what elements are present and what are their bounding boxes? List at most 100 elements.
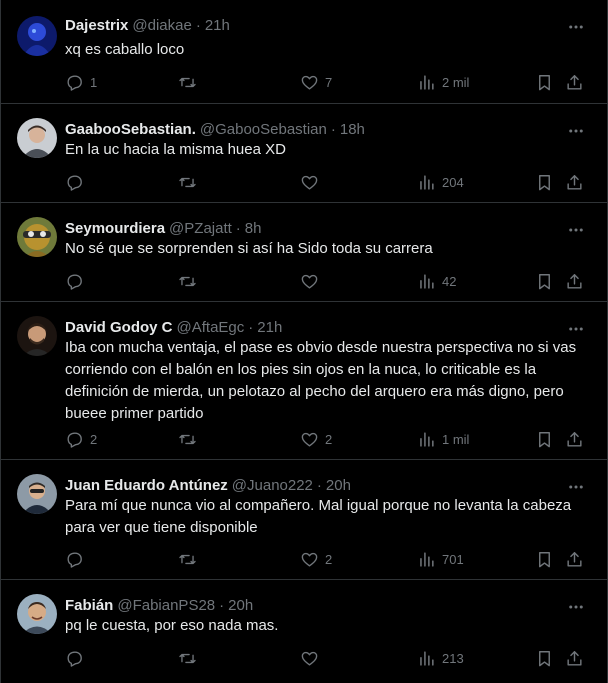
avatar[interactable] [17, 217, 57, 257]
more-options-icon[interactable] [567, 478, 585, 496]
share-button[interactable] [565, 549, 584, 569]
reply-text: xq es caballo loco [65, 41, 185, 58]
like-button[interactable]: 7 [300, 72, 332, 92]
author-name[interactable]: Dajestrix [65, 16, 128, 36]
reply-button[interactable] [65, 648, 90, 668]
avatar[interactable] [17, 16, 57, 56]
timestamp[interactable]: 20h [228, 596, 253, 616]
timestamp[interactable]: 21h [257, 318, 282, 338]
reply-tweet[interactable]: Juan Eduardo Antúnez @Juano222 · 20h Par… [1, 460, 607, 580]
views-button[interactable]: 2 mil [417, 72, 469, 92]
reply-feed: Dajestrix @diakae · 21h xq es caballo lo… [0, 0, 608, 683]
bookmark-icon [535, 173, 554, 192]
author-name[interactable]: GaabooSebastian. [65, 120, 196, 140]
author-handle[interactable]: @FabianPS28 [117, 596, 215, 616]
like-button[interactable]: 2 [300, 429, 332, 449]
author-name[interactable]: Juan Eduardo Antúnez [65, 476, 228, 496]
reply-button[interactable] [65, 271, 90, 291]
share-icon [565, 550, 584, 569]
reply-button[interactable]: 1 [65, 72, 97, 92]
bookmark-button[interactable] [535, 172, 554, 192]
views-button[interactable]: 204 [417, 172, 464, 192]
views-button[interactable]: 701 [417, 549, 464, 569]
retweet-button[interactable] [178, 72, 203, 92]
share-button[interactable] [565, 648, 584, 668]
heart-icon [300, 430, 319, 449]
bookmark-button[interactable] [535, 72, 554, 92]
bookmark-button[interactable] [535, 648, 554, 668]
share-icon [565, 430, 584, 449]
author-handle[interactable]: @Juano222 [232, 476, 313, 496]
reply-button[interactable] [65, 172, 90, 192]
reply-tweet[interactable]: Seymourdiera @PZajatt · 8h No sé que se … [1, 203, 607, 302]
share-button[interactable] [565, 429, 584, 449]
like-count: 2 [325, 551, 333, 567]
reply-icon [65, 272, 84, 291]
retweet-button[interactable] [178, 429, 203, 449]
author-handle[interactable]: @GabooSebastian [200, 120, 327, 140]
analytics-icon [417, 173, 436, 192]
reply-icon [65, 649, 84, 668]
author-name[interactable]: Fabián [65, 596, 113, 616]
bookmark-button[interactable] [535, 429, 554, 449]
heart-icon [300, 173, 319, 192]
more-options-icon[interactable] [567, 122, 585, 140]
analytics-icon [417, 73, 436, 92]
reply-tweet[interactable]: GaabooSebastian. @GabooSebastian · 18h E… [1, 104, 607, 203]
view-count: 213 [442, 650, 464, 666]
timestamp[interactable]: 21h [205, 16, 230, 36]
more-options-icon[interactable] [567, 221, 585, 239]
retweet-icon [178, 649, 197, 668]
reply-text: Para mí que nunca vio al compañero. Mal … [65, 497, 576, 536]
analytics-icon [417, 430, 436, 449]
reply-icon [65, 430, 84, 449]
author-name[interactable]: David Godoy C [65, 318, 173, 338]
retweet-button[interactable] [178, 648, 203, 668]
timestamp[interactable]: 18h [340, 120, 365, 140]
reply-count: 1 [90, 74, 98, 90]
avatar[interactable] [17, 474, 57, 514]
timestamp[interactable]: 20h [326, 476, 351, 496]
like-button[interactable] [300, 648, 325, 668]
separator-dot: · [316, 477, 322, 494]
reply-button[interactable]: 2 [65, 429, 97, 449]
retweet-button[interactable] [178, 271, 203, 291]
bookmark-icon [535, 430, 554, 449]
author-name[interactable]: Seymourdiera [65, 219, 165, 239]
analytics-icon [417, 272, 436, 291]
share-button[interactable] [565, 172, 584, 192]
author-handle[interactable]: @diakae [132, 16, 191, 36]
share-button[interactable] [565, 271, 584, 291]
timestamp[interactable]: 8h [245, 219, 262, 239]
separator-dot: · [330, 121, 336, 138]
more-options-icon[interactable] [567, 18, 585, 36]
more-options-icon[interactable] [567, 598, 585, 616]
avatar[interactable] [17, 316, 57, 356]
reply-tweet[interactable]: Dajestrix @diakae · 21h xq es caballo lo… [1, 0, 607, 104]
avatar[interactable] [17, 594, 57, 634]
views-button[interactable]: 42 [417, 271, 456, 291]
views-button[interactable]: 1 mil [417, 429, 469, 449]
reply-tweet[interactable]: David Godoy C @AftaEgc · 21h Iba con muc… [1, 302, 607, 460]
author-handle[interactable]: @AftaEgc [177, 318, 245, 338]
more-options-icon[interactable] [567, 320, 585, 338]
reply-count: 2 [90, 431, 98, 447]
bookmark-button[interactable] [535, 549, 554, 569]
like-button[interactable]: 2 [300, 549, 332, 569]
retweet-button[interactable] [178, 549, 203, 569]
views-button[interactable]: 213 [417, 648, 464, 668]
action-bar: 2 2 1 mil [65, 429, 587, 449]
like-button[interactable] [300, 271, 325, 291]
retweet-button[interactable] [178, 172, 203, 192]
like-button[interactable] [300, 172, 325, 192]
share-button[interactable] [565, 72, 584, 92]
share-icon [565, 272, 584, 291]
like-count: 7 [325, 74, 333, 90]
avatar[interactable] [17, 118, 57, 158]
reply-button[interactable] [65, 549, 90, 569]
heart-icon [300, 649, 319, 668]
analytics-icon [417, 649, 436, 668]
reply-tweet[interactable]: Fabián @FabianPS28 · 20h pq le cuesta, p… [1, 580, 607, 683]
author-handle[interactable]: @PZajatt [169, 219, 232, 239]
bookmark-button[interactable] [535, 271, 554, 291]
